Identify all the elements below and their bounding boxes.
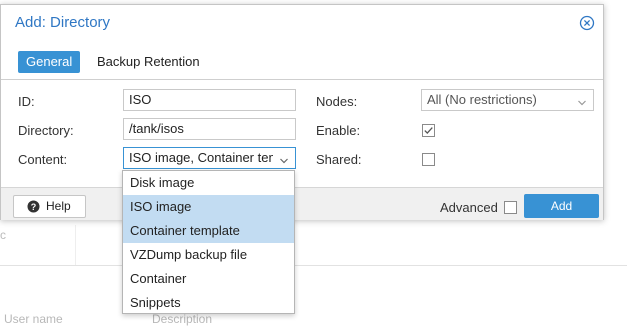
nodes-select-value: All (No restrictions) bbox=[427, 92, 537, 107]
enable-checkbox[interactable] bbox=[422, 124, 435, 137]
svg-text:?: ? bbox=[31, 202, 37, 212]
shared-checkbox[interactable] bbox=[422, 153, 435, 166]
enable-label: Enable: bbox=[316, 123, 361, 138]
content-option-iso-image[interactable]: ISO image bbox=[123, 195, 294, 219]
background-column-user-name: User name bbox=[4, 312, 63, 326]
directory-field[interactable]: /tank/isos bbox=[123, 118, 296, 140]
content-option-vzdump-backup-file[interactable]: VZDump backup file bbox=[123, 243, 294, 267]
tab-bar: General Backup Retention bbox=[1, 43, 603, 80]
dialog-footer: ? Help Advanced Add bbox=[1, 187, 603, 220]
background-divider bbox=[75, 225, 76, 265]
directory-label: Directory: bbox=[18, 123, 74, 138]
help-button[interactable]: ? Help bbox=[13, 195, 86, 218]
chevron-down-icon[interactable] bbox=[279, 152, 289, 164]
close-icon[interactable] bbox=[579, 15, 595, 31]
id-label: ID: bbox=[18, 94, 35, 109]
advanced-label: Advanced bbox=[440, 200, 498, 215]
tab-backup-retention[interactable]: Backup Retention bbox=[89, 51, 208, 73]
nodes-select[interactable]: All (No restrictions) bbox=[421, 89, 594, 111]
background-separator bbox=[0, 265, 627, 266]
add-directory-dialog: Add: Directory General Backup Retention … bbox=[0, 4, 604, 220]
content-option-disk-image[interactable]: Disk image bbox=[123, 171, 294, 195]
question-circle-icon: ? bbox=[27, 200, 40, 213]
content-option-container[interactable]: Container bbox=[123, 267, 294, 291]
checkmark-icon bbox=[424, 127, 433, 135]
shared-label: Shared: bbox=[316, 152, 362, 167]
background-fragment: c bbox=[0, 228, 6, 242]
content-dropdown-list: Disk image ISO image Container template … bbox=[122, 170, 295, 314]
content-label: Content: bbox=[18, 152, 68, 167]
dialog-title: Add: Directory bbox=[15, 14, 111, 31]
nodes-label: Nodes: bbox=[316, 94, 358, 109]
id-field[interactable]: ISO bbox=[123, 89, 296, 111]
content-option-snippets[interactable]: Snippets bbox=[123, 291, 294, 315]
advanced-checkbox[interactable] bbox=[504, 201, 517, 214]
add-button[interactable]: Add bbox=[524, 194, 599, 218]
chevron-down-icon[interactable] bbox=[577, 94, 587, 106]
tab-general[interactable]: General bbox=[18, 51, 81, 73]
dialog-titlebar: Add: Directory bbox=[1, 5, 603, 43]
content-select[interactable]: ISO image, Container template bbox=[123, 147, 296, 169]
help-button-label: Help bbox=[46, 199, 71, 213]
content-option-container-template[interactable]: Container template bbox=[123, 219, 294, 243]
content-select-value: ISO image, Container template bbox=[129, 150, 273, 165]
